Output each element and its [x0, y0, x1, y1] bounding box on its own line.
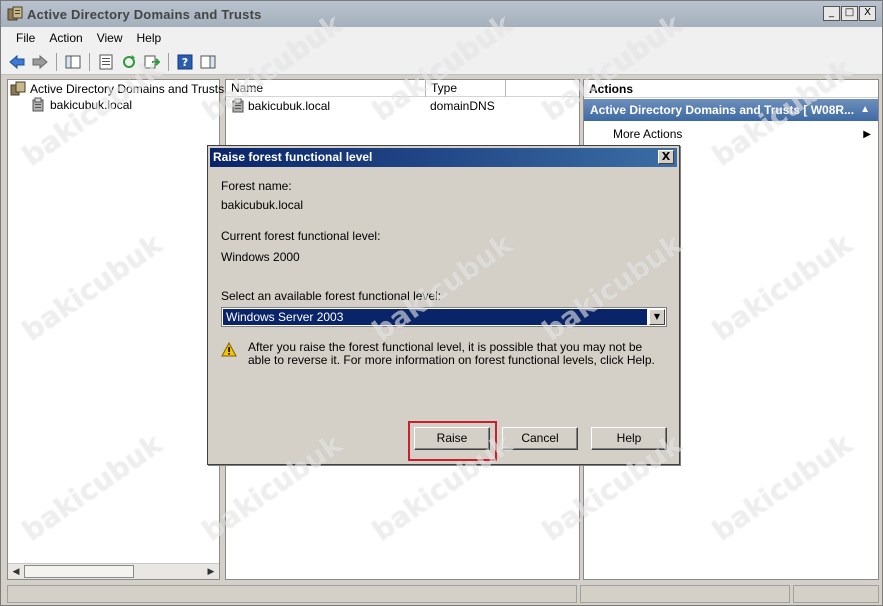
more-actions-label: More Actions [613, 127, 683, 141]
forest-name-label: Forest name: [221, 179, 292, 193]
raise-forest-level-dialog: Raise forest functional level X Forest n… [207, 145, 680, 465]
minimize-button[interactable]: _ [823, 6, 840, 21]
domain-icon [32, 97, 44, 112]
column-header-type[interactable]: Type [426, 80, 506, 97]
menubar: File Action View Help [1, 27, 882, 49]
window-titlebar[interactable]: Active Directory Domains and Trusts _ □ … [1, 1, 882, 27]
horizontal-scrollbar[interactable]: ◀ ▶ [8, 563, 219, 579]
forward-arrow-icon[interactable] [30, 52, 50, 72]
menu-file[interactable]: File [9, 29, 42, 47]
scroll-left-icon[interactable]: ◀ [9, 565, 23, 579]
more-actions-item[interactable]: More Actions ▶ [613, 126, 871, 143]
window-title: Active Directory Domains and Trusts [27, 6, 262, 22]
status-cell [580, 585, 790, 603]
tree-item-label: Active Directory Domains and Trusts [ W [30, 82, 246, 96]
dialog-titlebar[interactable]: Raise forest functional level X [210, 148, 677, 167]
forest-level-select[interactable]: Windows Server 2003 ▼ [221, 307, 667, 327]
domain-icon [232, 98, 244, 113]
close-button[interactable]: X [859, 6, 876, 21]
maximize-button[interactable]: □ [841, 6, 858, 21]
dialog-title: Raise forest functional level [213, 150, 373, 164]
help-button[interactable]: Help [591, 427, 667, 450]
collapse-up-icon[interactable]: ▲ [860, 99, 870, 121]
current-level-label: Current forest functional level: [221, 229, 381, 243]
forest-name-value: bakicubuk.local [221, 198, 304, 212]
toolbar: ? [1, 49, 882, 75]
scroll-right-icon[interactable]: ▶ [204, 565, 218, 579]
help-icon[interactable]: ? [175, 52, 195, 72]
column-header-name[interactable]: Name [226, 80, 426, 97]
menu-action[interactable]: Action [42, 29, 89, 47]
scrollbar-thumb[interactable] [24, 565, 134, 578]
current-level-value: Windows 2000 [221, 250, 300, 264]
chevron-down-icon[interactable]: ▼ [649, 309, 665, 325]
export-list-icon[interactable] [142, 52, 162, 72]
list-column-headers: Name Type [226, 80, 579, 97]
ad-domains-trusts-icon [10, 81, 26, 96]
warning-icon [221, 342, 237, 357]
console-tree-pane[interactable]: Active Directory Domains and Trusts [ W … [7, 79, 245, 580]
actions-section-header[interactable]: Active Directory Domains and Trusts [ W0… [584, 99, 878, 121]
list-item-type: domainDNS [430, 99, 495, 113]
status-cell [793, 585, 879, 603]
cancel-button[interactable]: Cancel [502, 427, 578, 450]
submenu-arrow-icon: ▶ [863, 129, 871, 140]
raise-button[interactable]: Raise [414, 427, 490, 450]
refresh-icon[interactable] [119, 52, 139, 72]
statusbar [7, 585, 879, 603]
svg-text:?: ? [182, 56, 188, 69]
show-hide-tree-icon[interactable] [63, 52, 83, 72]
tree-item-label: bakicubuk.local [50, 98, 133, 112]
actions-section-title: Active Directory Domains and Trusts [ W0… [590, 103, 855, 117]
menu-help[interactable]: Help [130, 29, 169, 47]
status-cell [7, 585, 577, 603]
toolbar-separator [56, 52, 57, 71]
toolbar-separator [89, 52, 90, 71]
tree-item-root[interactable]: Active Directory Domains and Trusts [ W [10, 81, 245, 97]
tree-item-domain[interactable]: bakicubuk.local [30, 97, 132, 113]
dialog-close-button[interactable]: X [658, 150, 674, 164]
list-item-name: bakicubuk.local [248, 99, 331, 113]
ad-domains-trusts-icon [7, 6, 23, 21]
properties-icon[interactable] [96, 52, 116, 72]
column-header-empty [506, 80, 579, 97]
mmc-window: Active Directory Domains and Trusts _ □ … [0, 0, 883, 606]
warning-text: After you raise the forest functional le… [248, 340, 655, 367]
forest-level-selected-value: Windows Server 2003 [223, 309, 647, 325]
select-level-label: Select an available forest functional le… [221, 289, 442, 303]
menu-view[interactable]: View [90, 29, 130, 47]
toolbar-separator [168, 52, 169, 71]
actions-header: Actions [584, 80, 878, 98]
list-item[interactable]: bakicubuk.local domainDNS [230, 98, 575, 114]
back-arrow-icon[interactable] [7, 52, 27, 72]
show-hide-action-pane-icon[interactable] [198, 52, 218, 72]
